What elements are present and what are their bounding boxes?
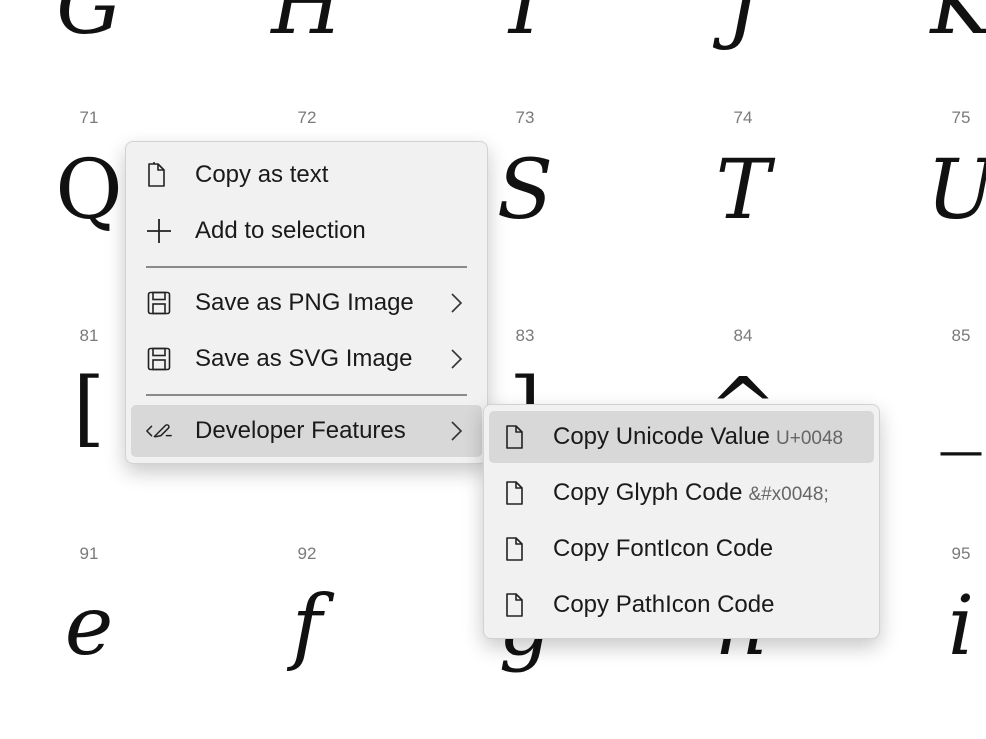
save-icon [145, 345, 173, 373]
cell-number: 75 [951, 108, 971, 127]
menu-item-label: Copy as text [195, 161, 329, 188]
menu-item-copy-pathicon-code[interactable]: Copy PathIcon Code [489, 579, 874, 631]
cell-number: 72 [297, 108, 317, 127]
glyph: e [64, 579, 114, 674]
copy-icon [145, 161, 173, 189]
copy-icon [503, 535, 531, 563]
menu-item-add-to-selection[interactable]: Add to selection [131, 205, 482, 257]
menu-item-label: Copy Unicode Value [553, 423, 771, 450]
menu-item-label: Copy PathIcon Code [553, 591, 775, 618]
menu-item-label: Copy Glyph Code [553, 479, 743, 506]
cell-number: 91 [79, 544, 99, 563]
cell-number: 95 [951, 544, 971, 563]
glyph: T [715, 143, 771, 238]
glyph: J [726, 0, 760, 53]
plus-icon [145, 217, 173, 245]
glyph: _ [940, 361, 982, 456]
copy-icon [503, 591, 531, 619]
copy-icon [503, 479, 531, 507]
menu-item-hint: U+0048 [776, 428, 844, 449]
menu-item-label: Save as PNG Image [195, 289, 414, 316]
menu-item-hint: &#x0048; [748, 484, 829, 505]
menu-item-copy-fonticon-code[interactable]: Copy FontIcon Code [489, 523, 874, 575]
menu-item-label: Save as SVG Image [195, 345, 413, 372]
menu-item-save-svg[interactable]: Save as SVG Image [131, 333, 482, 385]
glyph: G [56, 0, 122, 53]
chevron-right-icon [451, 421, 463, 441]
save-icon [145, 289, 173, 317]
menu-item-label: Copy FontIcon Code [553, 535, 774, 562]
glyph: K [930, 0, 986, 53]
menu-item-save-png[interactable]: Save as PNG Image [131, 277, 482, 329]
chevron-right-icon [451, 293, 463, 313]
menu-item-developer-features[interactable]: Developer Features [131, 405, 482, 457]
menu-item-label: Developer Features [195, 417, 406, 444]
menu-separator [146, 394, 467, 396]
cell-number: 85 [951, 326, 971, 345]
cell-number: 92 [297, 544, 317, 563]
menu-item-copy-as-text[interactable]: Copy as text [131, 149, 482, 201]
developer-submenu: Copy Unicode Value U+0048 Copy Glyph Code… [483, 404, 880, 639]
context-menu: Copy as text Add to selection Save as PN… [125, 141, 488, 464]
chevron-right-icon [451, 349, 463, 369]
menu-separator [146, 266, 467, 268]
developer-icon [145, 417, 173, 445]
cell-number: 84 [733, 326, 753, 345]
menu-item-label-group: Copy Glyph Code &#x0048; [553, 479, 829, 507]
glyph: f [291, 579, 323, 674]
menu-item-label: Add to selection [195, 217, 366, 244]
glyph: H [271, 0, 343, 53]
glyph: I [508, 0, 542, 53]
cell-number: 71 [79, 108, 99, 127]
cell-number: 74 [733, 108, 753, 127]
glyph: i [947, 579, 975, 674]
copy-icon [503, 423, 531, 451]
menu-item-copy-glyph-code[interactable]: Copy Glyph Code &#x0048; [489, 467, 874, 519]
menu-item-copy-unicode-value[interactable]: Copy Unicode Value U+0048 [489, 411, 874, 463]
glyph: U [886, 146, 986, 236]
menu-item-label-group: Copy Unicode Value U+0048 [553, 423, 843, 451]
cell-number: 73 [515, 108, 535, 127]
